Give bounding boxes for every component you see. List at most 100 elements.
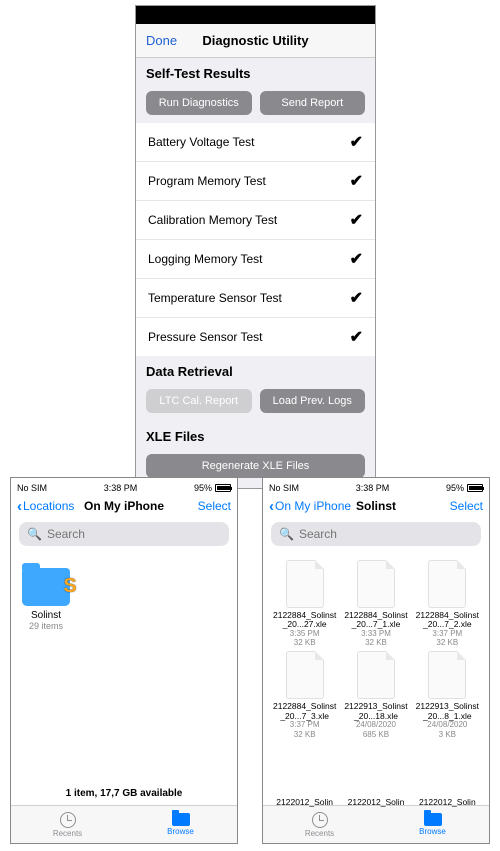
test-row: Logging Memory Test ✔ (136, 240, 375, 279)
test-row: Pressure Sensor Test✔ (136, 318, 375, 356)
tab-recents[interactable]: Recents (11, 806, 124, 843)
check-icon: ✔ (350, 249, 363, 269)
test-label: Program Memory Test (148, 174, 266, 188)
battery-icon (215, 484, 231, 492)
file-item[interactable]: 2122913_Solinst_20...8_1.xle24/08/20203 … (414, 651, 481, 738)
battery-percent: 95% (446, 483, 464, 493)
check-icon: ✔ (350, 210, 363, 230)
run-diagnostics-button[interactable]: Run Diagnostics (146, 91, 252, 115)
clock-text: 3:38 PM (104, 483, 138, 493)
file-item[interactable]: 2122913_Solinst_20...18.xle24/08/2020685… (342, 651, 409, 738)
check-icon: ✔ (350, 327, 363, 347)
folder-icon (172, 813, 190, 826)
tab-label: Browse (419, 827, 446, 836)
search-input[interactable] (299, 527, 473, 541)
status-bar: No SIM 3:38 PM 95% (263, 478, 489, 494)
search-icon: 🔍 (27, 527, 42, 541)
files-body: 2122884_Solinst_20...27.xle3:35 PM32 KB … (263, 552, 489, 805)
file-name: 2122884_Solinst_20...7_1.xle (342, 611, 409, 630)
carrier-text: No SIM (17, 483, 47, 493)
test-label: Calibration Memory Test (148, 213, 277, 227)
file-item[interactable]: 2122884_Solinst_20...27.xle3:35 PM32 KB (271, 560, 338, 647)
file-date: 24/08/2020 (414, 721, 481, 730)
file-date: 3:33 PM (342, 630, 409, 639)
back-label: On My iPhone (275, 499, 351, 513)
files-grid: 2122884_Solinst_20...27.xle3:35 PM32 KB … (271, 560, 481, 739)
section-header-xle-files: XLE Files (136, 421, 375, 450)
back-button[interactable]: ‹On My iPhone (269, 498, 351, 515)
clock-icon (60, 812, 76, 828)
file-name-peek: 2122012_Solin (342, 798, 409, 807)
nav-bar: Done Diagnostic Utility (136, 24, 375, 58)
clock-text: 3:38 PM (356, 483, 390, 493)
tab-label: Browse (167, 827, 194, 836)
test-label: Battery Voltage Test (148, 135, 255, 149)
button-row: LTC Cal. Report Load Prev. Logs (136, 385, 375, 421)
page-title: Diagnostic Utility (202, 33, 308, 48)
tab-browse[interactable]: Browse (376, 806, 489, 843)
search-icon: 🔍 (279, 527, 294, 541)
tab-label: Recents (305, 829, 334, 838)
document-icon (286, 651, 324, 699)
files-on-my-iphone-window: No SIM 3:38 PM 95% ‹Locations On My iPho… (10, 477, 238, 844)
search-field[interactable]: 🔍 (271, 522, 481, 546)
search-field[interactable]: 🔍 (19, 522, 229, 546)
test-row: Calibration Memory Test ✔ (136, 201, 375, 240)
file-item[interactable]: 2122884_Solinst_20...7_1.xle3:33 PM32 KB (342, 560, 409, 647)
status-bar: No SIM 3:38 PM 95% (11, 478, 237, 494)
test-row: Temperature Sensor Test ✔ (136, 279, 375, 318)
test-label: Temperature Sensor Test (148, 291, 282, 305)
back-button[interactable]: ‹Locations (17, 498, 74, 515)
file-name-peek: 2122012_Solin (271, 798, 338, 807)
file-name: 2122884_Solinst_20...27.xle (271, 611, 338, 630)
test-list: Battery Voltage Test ✔ Program Memory Tes… (136, 123, 375, 356)
document-icon (428, 560, 466, 608)
folder-label: Solinst (19, 610, 73, 621)
file-name: 2122884_Solinst_20...7_3.xle (271, 702, 338, 721)
status-bar-black (136, 6, 375, 24)
file-item[interactable]: 2122884_Solinst_20...7_3.xle3:37 PM32 KB (271, 651, 338, 738)
nav-bar: ‹Locations On My iPhone Select (11, 494, 237, 520)
battery-percent: 95% (194, 483, 212, 493)
check-icon: ✔ (350, 132, 363, 152)
file-name-peek: 2122012_Solin (414, 798, 481, 807)
chevron-left-icon: ‹ (17, 498, 22, 515)
send-report-button[interactable]: Send Report (260, 91, 366, 115)
test-label: Logging Memory Test (148, 252, 263, 266)
section-header-data-retrieval: Data Retrieval (136, 356, 375, 385)
document-icon (357, 560, 395, 608)
carrier-text: No SIM (269, 483, 299, 493)
file-name: 2122884_Solinst_20...7_2.xle (414, 611, 481, 630)
document-icon (286, 560, 324, 608)
nav-bar: ‹On My iPhone Solinst Select (263, 494, 489, 520)
file-size: 3 KB (414, 730, 481, 739)
page-title: On My iPhone (84, 499, 164, 513)
search-input[interactable] (47, 527, 221, 541)
files-body: S Solinst 29 items (11, 552, 237, 782)
document-icon (357, 651, 395, 699)
tab-label: Recents (53, 829, 82, 838)
select-button[interactable]: Select (450, 499, 483, 513)
chevron-left-icon: ‹ (269, 498, 274, 515)
select-button[interactable]: Select (198, 499, 231, 513)
file-name: 2122913_Solinst_20...8_1.xle (414, 702, 481, 721)
storage-footer: 1 item, 17,7 GB available (11, 782, 237, 805)
check-icon: ✔ (350, 171, 363, 191)
done-button[interactable]: Done (146, 33, 177, 48)
file-size: 32 KB (271, 638, 338, 647)
tab-browse[interactable]: Browse (124, 806, 237, 843)
file-date: 3:37 PM (414, 630, 481, 639)
ltc-cal-report-button[interactable]: LTC Cal. Report (146, 389, 252, 413)
test-row: Battery Voltage Test ✔ (136, 123, 375, 162)
file-date: 3:37 PM (271, 721, 338, 730)
file-item[interactable]: 2122884_Solinst_20...7_2.xle3:37 PM32 KB (414, 560, 481, 647)
test-row: Program Memory Test ✔ (136, 162, 375, 201)
regenerate-xle-button[interactable]: Regenerate XLE Files (146, 454, 365, 478)
folder-icon: S (22, 568, 70, 606)
load-prev-logs-button[interactable]: Load Prev. Logs (260, 389, 366, 413)
button-row: Run Diagnostics Send Report (136, 87, 375, 123)
page-title: Solinst (356, 499, 396, 513)
folder-item-solinst[interactable]: S Solinst 29 items (19, 568, 73, 631)
tab-recents[interactable]: Recents (263, 806, 376, 843)
check-icon: ✔ (350, 288, 363, 308)
